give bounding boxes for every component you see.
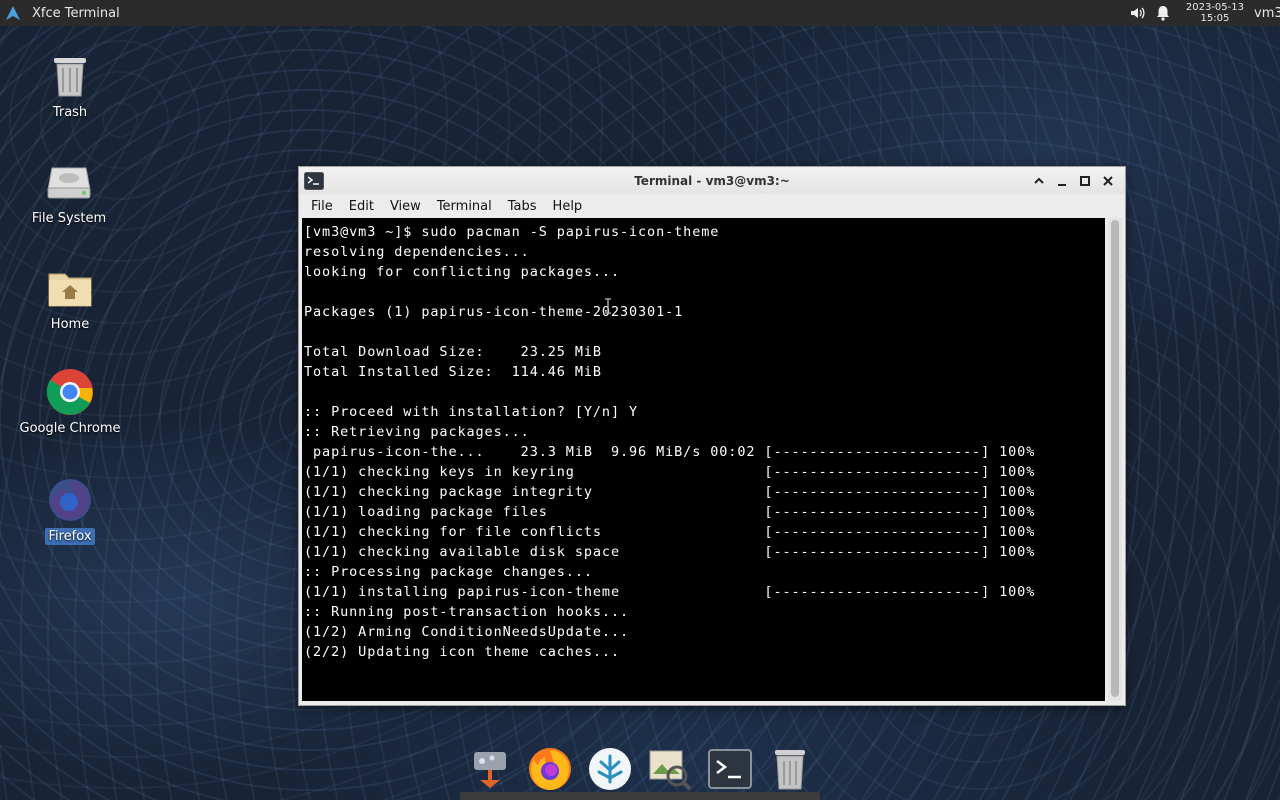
menu-edit[interactable]: Edit	[341, 199, 382, 214]
trash-icon	[44, 50, 96, 102]
terminal-line: Total Installed Size: 114.46 MiB	[304, 364, 602, 380]
desktop-icon-label: Firefox	[45, 528, 95, 545]
menu-file[interactable]: File	[303, 199, 341, 214]
window-titlebar[interactable]: Terminal - vm3@vm3:~	[299, 167, 1125, 194]
terminal-line: Total Download Size: 23.25 MiB	[304, 344, 602, 360]
terminal-output[interactable]: [vm3@vm3 ~]$ sudo pacman -S papirus-icon…	[302, 218, 1105, 701]
drive-icon	[43, 156, 95, 208]
applications-menu-icon[interactable]	[2, 2, 24, 24]
chrome-icon	[44, 366, 96, 418]
terminal-line: Packages (1) papirus-icon-theme-20230301…	[304, 304, 684, 320]
desktop-icon-label: Home	[50, 317, 90, 332]
terminal-line: looking for conflicting packages...	[304, 264, 620, 280]
desktop-icon-label: Trash	[52, 105, 88, 120]
window-title: Terminal - vm3@vm3:~	[634, 173, 790, 188]
image-viewer-icon[interactable]	[646, 745, 694, 793]
terminal-text: [vm3@vm3 ~]$ sudo pacman -S papirus-icon…	[302, 218, 1105, 662]
terminal-line: papirus-icon-the... 23.3 MiB 9.96 MiB/s …	[304, 444, 1036, 460]
terminal-line: resolving dependencies...	[304, 244, 530, 260]
dock	[460, 738, 820, 800]
terminal-line: (1/2) Arming ConditionNeedsUpdate...	[304, 624, 629, 640]
desktop-icon-google-chrome[interactable]: Google Chrome	[15, 366, 125, 437]
terminal-line: (1/1) checking for file conflicts [-----…	[304, 524, 1036, 540]
menu-view[interactable]: View	[382, 199, 429, 214]
clock-time: 15:05	[1200, 13, 1230, 24]
desktop-icon-firefox[interactable]: Firefox	[15, 474, 125, 545]
firefox-icon	[44, 474, 96, 526]
scrollbar-thumb[interactable]	[1111, 220, 1119, 697]
maximize-button[interactable]	[1073, 171, 1096, 191]
minimize-button[interactable]	[1050, 171, 1073, 191]
terminal-line: :: Processing package changes...	[304, 564, 593, 580]
terminal-line: (1/1) checking package integrity [------…	[304, 484, 1036, 500]
notification-bell-icon[interactable]	[1154, 4, 1172, 22]
menubar: File Edit View Terminal Tabs Help	[299, 194, 1125, 218]
text-cursor-icon	[604, 298, 612, 314]
desktop-icon-home[interactable]: Home	[15, 262, 125, 333]
settings-manager-icon[interactable]	[586, 745, 634, 793]
terminal-line: (1/1) installing papirus-icon-theme [---…	[304, 584, 1036, 600]
clock[interactable]: 2023-05-13 15:05	[1186, 2, 1244, 24]
top-panel: Xfce Terminal 2023-05-13 15:05 vm3	[0, 0, 1280, 26]
close-button[interactable]	[1096, 171, 1119, 191]
active-window-title[interactable]: Xfce Terminal	[32, 6, 120, 21]
terminal-line: :: Retrieving packages...	[304, 424, 530, 440]
desktop-icon-label: File System	[31, 211, 107, 226]
trash-icon[interactable]	[766, 745, 814, 793]
terminal-line: (2/2) Updating icon theme caches...	[304, 644, 620, 660]
menu-terminal[interactable]: Terminal	[429, 199, 500, 214]
terminal-line: (1/1) checking available disk space [---…	[304, 544, 1036, 560]
home-folder-icon	[44, 262, 96, 314]
menu-help[interactable]: Help	[545, 199, 591, 214]
desktop-icon-label: Google Chrome	[19, 421, 121, 436]
user-menu[interactable]: vm3	[1254, 6, 1280, 21]
window-controls	[1027, 171, 1119, 191]
terminal-line: (1/1) loading package files [-----------…	[304, 504, 1036, 520]
terminal-line: (1/1) checking keys in keyring [--------…	[304, 464, 1036, 480]
terminal-line: :: Running post-transaction hooks...	[304, 604, 629, 620]
shade-button[interactable]	[1027, 171, 1050, 191]
app-finder-icon[interactable]	[466, 745, 514, 793]
volume-icon[interactable]	[1128, 4, 1146, 22]
firefox-icon[interactable]	[526, 745, 574, 793]
terminal-line: :: Proceed with installation? [Y/n] Y	[304, 404, 639, 420]
terminal-line: [vm3@vm3 ~]$ sudo pacman -S papirus-icon…	[304, 224, 720, 240]
terminal-icon[interactable]	[706, 745, 754, 793]
terminal-window[interactable]: Terminal - vm3@vm3:~ File Edit View Term…	[298, 166, 1126, 706]
desktop-icon-file-system[interactable]: File System	[14, 156, 124, 227]
menu-tabs[interactable]: Tabs	[500, 199, 545, 214]
terminal-scrollbar[interactable]	[1108, 218, 1122, 701]
desktop-icon-trash[interactable]: Trash	[15, 50, 125, 121]
panel-tray: 2023-05-13 15:05 vm3	[1124, 0, 1280, 26]
clock-date: 2023-05-13	[1185, 2, 1244, 13]
